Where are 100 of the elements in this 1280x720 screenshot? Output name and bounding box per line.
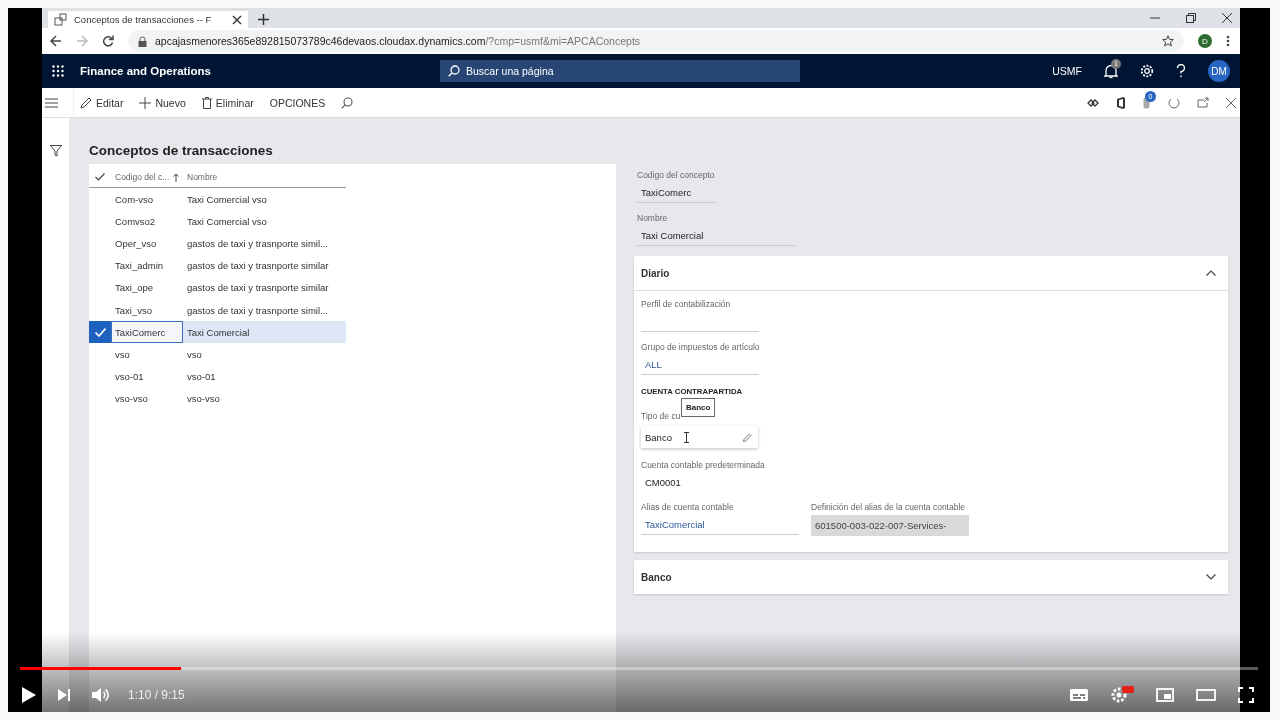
search-icon[interactable] [341, 96, 354, 109]
column-header[interactable]: Codigo del c... [115, 172, 173, 182]
grid-row[interactable]: Taxi_admin gastos de taxi y trasnporte similar [89, 254, 346, 277]
refresh-icon[interactable] [1168, 96, 1180, 109]
table-cell-text: Comvso2 [114, 214, 157, 229]
close-icon[interactable] [232, 14, 242, 25]
app-launcher-icon[interactable] [52, 65, 64, 77]
miniplayer-icon[interactable] [1156, 688, 1174, 702]
field-label: Perfil de contabilización [641, 299, 731, 309]
text-cursor-icon [683, 431, 689, 443]
field-value[interactable]: TaxiComercial [641, 512, 799, 535]
chevron-icon[interactable] [1206, 574, 1216, 580]
field-label: Cuenta contable predeterminada [641, 460, 765, 470]
play-icon[interactable] [22, 687, 36, 703]
grid-row[interactable]: vso vso [89, 343, 346, 366]
lock-icon [138, 35, 147, 47]
settings-icon[interactable] [1140, 64, 1154, 78]
grid-row[interactable]: Com-vso Taxi Comercial vso [89, 188, 346, 211]
bell-icon[interactable] [1104, 63, 1118, 79]
user-avatar[interactable]: DM [1208, 60, 1230, 82]
menu-icon[interactable] [45, 97, 58, 108]
chevron-icon[interactable] [1206, 270, 1216, 276]
select-all-checkmark-icon[interactable] [95, 173, 105, 181]
field-value[interactable]: ALL [641, 352, 759, 375]
grid-row[interactable]: vso-01 vso-01 [89, 365, 346, 388]
read-only-field: 601500-003-022-007-Services- [811, 515, 969, 536]
reload-icon[interactable] [102, 35, 114, 47]
field-label: Grupo de impuestos de artículo [641, 342, 760, 352]
grid-row[interactable]: Comvso2 Taxi Comercial vso [89, 210, 346, 233]
table-cell: Taxi Comercial [187, 326, 250, 338]
open-in-new-window-icon[interactable] [1197, 97, 1209, 108]
table-cell: gastos de taxi y trasnporte similar [187, 260, 329, 272]
fullscreen-icon[interactable] [1238, 687, 1254, 703]
app-title: Finance and Operations [80, 65, 212, 77]
field-label: Definición del alias de la cuenta contable [811, 502, 967, 512]
search-icon [448, 65, 460, 77]
toolbar-button[interactable]: Eliminar [201, 96, 254, 109]
tab-title: Conceptos de transacciones -- F [74, 14, 213, 25]
kebab-menu-icon[interactable] [1226, 35, 1230, 47]
grid-row[interactable]: TaxiComerc Taxi Comercial [89, 321, 346, 344]
close-icon[interactable] [1222, 13, 1232, 23]
plus-icon [139, 96, 152, 109]
grid-row[interactable]: Oper_vso gastos de taxi y trasnporte simil... [89, 232, 346, 255]
sort-arrow-icon[interactable] [173, 172, 179, 182]
table-cell: Taxi Comercial vso [187, 193, 267, 205]
column-header[interactable]: Nombre [187, 172, 218, 182]
field-value[interactable]: CM0001 [641, 470, 759, 492]
table-cell-text: Taxi_admin [114, 259, 165, 274]
tooltip: Banco [681, 398, 716, 417]
table-cell-text: Taxi_ope [114, 281, 155, 296]
restore-icon[interactable] [1186, 13, 1196, 23]
field-label: Codigo del concepto [637, 170, 716, 180]
back-icon[interactable] [50, 35, 62, 47]
table-cell-text: Oper_vso [114, 236, 158, 251]
field-value[interactable]: Taxi Comercial [637, 223, 795, 246]
grid-row[interactable]: Taxi_vso gastos de taxi y trasnporte simil... [89, 298, 346, 322]
dropdown-field[interactable]: Banco [641, 426, 758, 448]
new-tab-icon[interactable] [258, 14, 269, 25]
pencil-icon[interactable] [743, 432, 752, 442]
table-cell: Taxi Comercial vso [187, 215, 267, 227]
help-icon[interactable] [1176, 64, 1186, 78]
toolbar-button[interactable]: OPCIONES [269, 96, 326, 109]
url-text: apcajasmenores365e892815073789c46devaos.cloudax.dynamics.com/?cmp=usmf&mi=APCAConcepts [155, 35, 641, 47]
filter-icon[interactable] [49, 145, 62, 157]
field-label: Alias de cuenta contable [641, 502, 735, 512]
toolbar-button[interactable]: Editar [80, 96, 124, 109]
grid-row[interactable]: vso-vso vso-vso [89, 387, 346, 410]
table-cell-text: vso-01 [114, 370, 145, 385]
table-cell: gastos de taxi y trasnporte simil... [187, 304, 328, 316]
page-icon [54, 12, 68, 27]
table-cell-text: vso [114, 347, 131, 362]
office-icon[interactable] [1116, 96, 1126, 109]
table-cell-text: Taxi_vso [114, 303, 153, 318]
profile-avatar[interactable]: D [1198, 34, 1212, 48]
table-cell-text: Com-vso [114, 192, 154, 207]
theater-mode-icon[interactable] [1196, 689, 1216, 701]
table-cell: vso-01 [187, 371, 216, 383]
table-cell: TaxiComerc [111, 321, 183, 344]
company-label[interactable]: USMF [1052, 65, 1082, 77]
section-title[interactable]: Diario [641, 267, 670, 279]
trash-icon [201, 96, 212, 109]
subtitles-icon[interactable] [1070, 689, 1088, 701]
browser-tab[interactable]: Conceptos de transacciones -- F [48, 11, 248, 28]
checkmark-icon[interactable] [94, 327, 106, 337]
address-bar[interactable]: apcajasmenores365e892815073789c46devaos.cloudax.dynamics.com/?cmp=usmf&mi=APCAConcepts [128, 30, 1184, 52]
skip-next-icon[interactable] [58, 689, 70, 701]
field-label: Nombre [637, 213, 669, 223]
link-icon[interactable] [1087, 98, 1099, 107]
table-cell: vso-vso [187, 393, 220, 405]
toolbar-button[interactable]: Nuevo [139, 96, 186, 109]
section-title[interactable]: Banco [641, 571, 672, 583]
close-icon[interactable] [1226, 97, 1236, 108]
time-display: 1:10 / 9:15 [128, 688, 185, 702]
star-icon[interactable] [1162, 35, 1174, 47]
search-field[interactable]: Buscar una página [440, 60, 800, 82]
grid-row[interactable]: Taxi_ope gastos de taxi y trasnporte similar [89, 276, 346, 299]
table-cell: gastos de taxi y trasnporte similar [187, 282, 329, 294]
field-value[interactable]: TaxiComerc [637, 180, 717, 203]
table-cell-text: vso-vso [114, 392, 149, 407]
volume-icon[interactable] [92, 687, 110, 703]
